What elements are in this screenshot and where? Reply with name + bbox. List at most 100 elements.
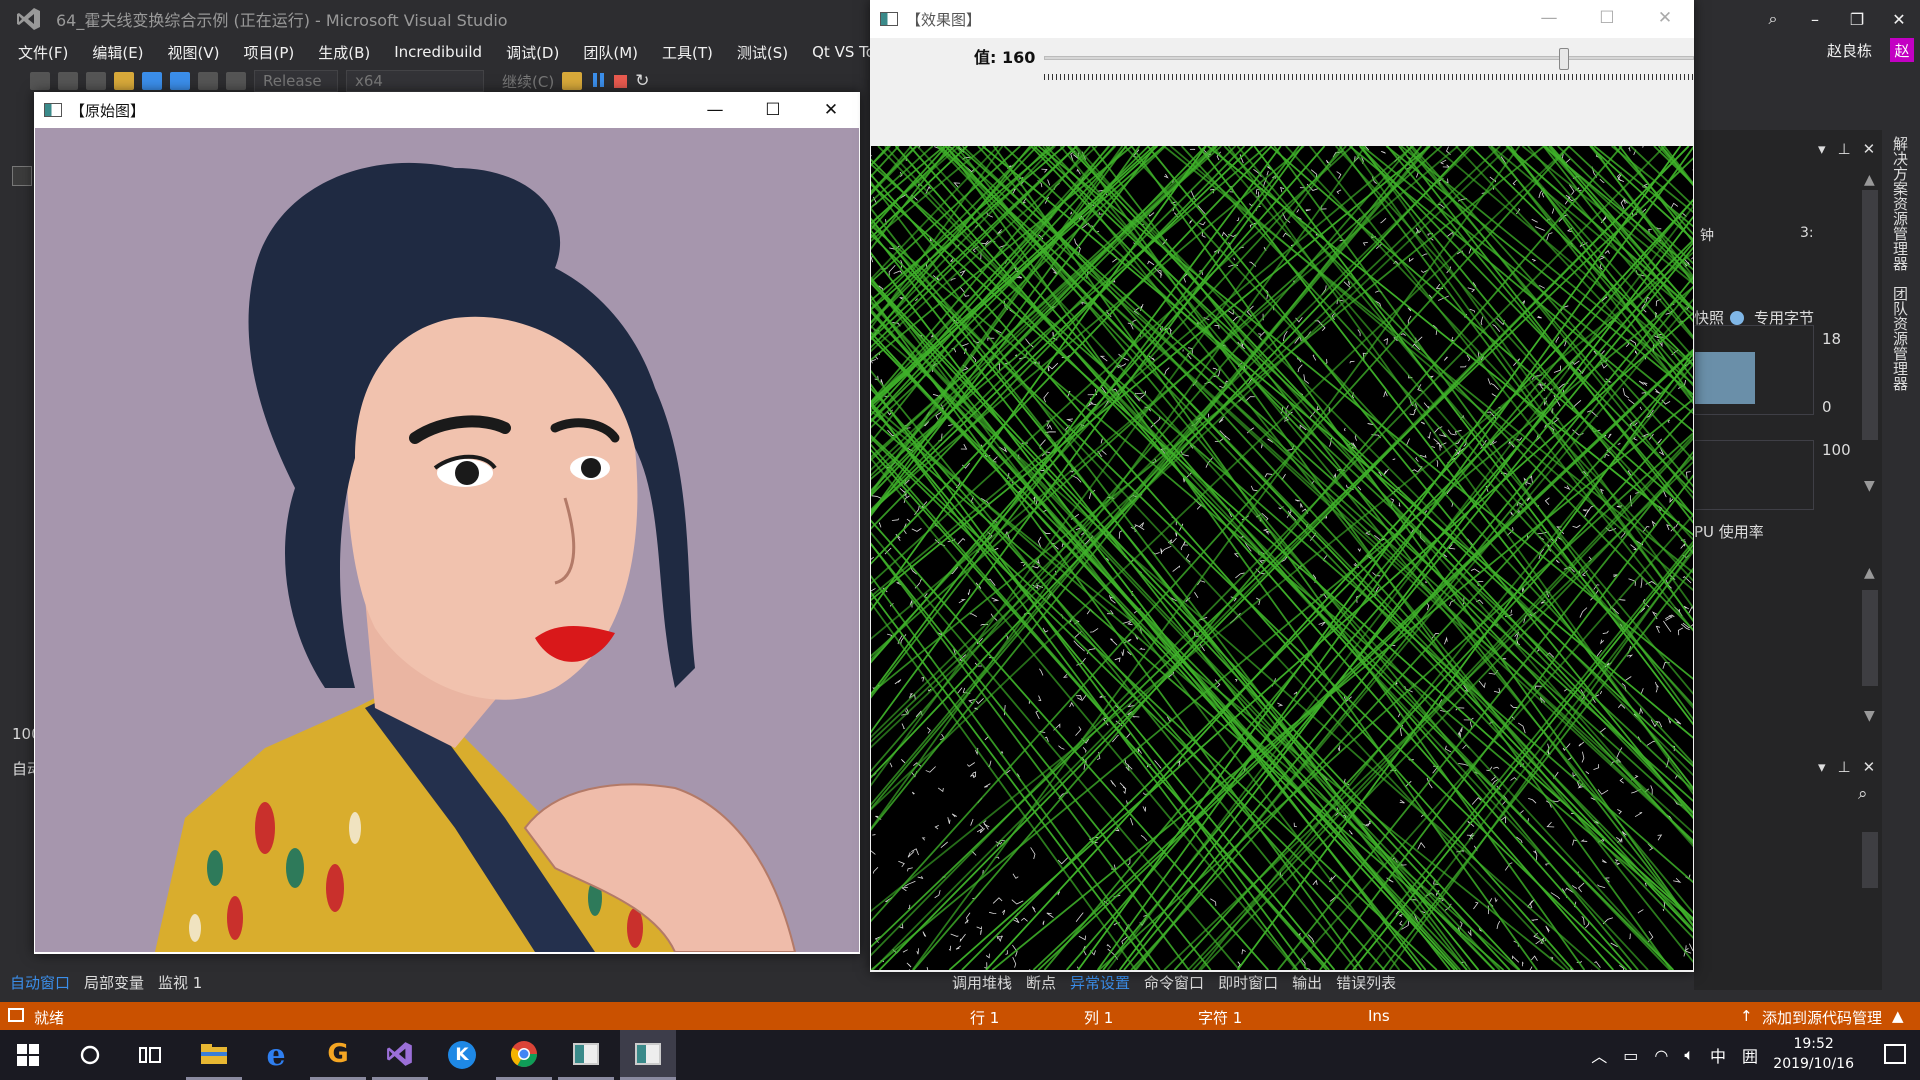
effect-window-titlebar[interactable]: 【效果图】 — ☐ ✕ — [870, 0, 1694, 38]
back-icon[interactable] — [30, 72, 50, 90]
action-center-icon[interactable] — [1884, 1044, 1906, 1064]
panel-scrollbar[interactable] — [1862, 190, 1878, 440]
restore-button[interactable]: ❐ — [1836, 0, 1878, 38]
minimize-icon[interactable]: — — [686, 92, 744, 128]
scroll-down-icon[interactable]: ▼ — [1864, 478, 1875, 494]
stop-icon[interactable] — [614, 74, 628, 88]
pin-icon-2[interactable]: ⊥ — [1838, 758, 1851, 776]
close-icon-2[interactable]: ✕ — [1636, 0, 1694, 36]
configuration-select[interactable]: Release — [254, 70, 338, 92]
hough-lines-result-image — [871, 146, 1693, 970]
quick-launch-search-icon[interactable]: ⌕ — [1752, 0, 1794, 38]
pin-icon[interactable]: ⊥ — [1838, 140, 1851, 158]
tab-watch-1[interactable]: 监视 1 — [158, 972, 202, 993]
continue-button[interactable]: 继续(C) — [492, 71, 554, 92]
close-icon[interactable]: ✕ — [802, 92, 860, 128]
file-explorer-icon[interactable] — [186, 1030, 242, 1080]
platform-select[interactable]: x64 — [346, 70, 484, 92]
task-view-icon[interactable] — [122, 1030, 178, 1080]
close-panel-icon-2[interactable]: ✕ — [1863, 758, 1876, 776]
source-control-caret-icon[interactable]: ▲ — [1892, 1007, 1904, 1025]
tab-immediate-window[interactable]: 即时窗口 — [1218, 972, 1278, 993]
tab-locals[interactable]: 局部变量 — [84, 972, 144, 993]
search-icon[interactable]: ⌕ — [1858, 784, 1868, 804]
close-button[interactable]: ✕ — [1878, 0, 1920, 38]
tab-exception-settings[interactable]: 异常设置 — [1070, 972, 1130, 993]
menu-test[interactable]: 测试(S) — [725, 42, 800, 63]
save-icon[interactable] — [142, 72, 162, 90]
minimize-button[interactable]: – — [1794, 0, 1836, 38]
redo-icon[interactable] — [226, 72, 246, 90]
ime-indicator[interactable]: 中 — [1710, 1043, 1726, 1067]
trackbar-track[interactable] — [1044, 56, 1694, 60]
pause-icon[interactable] — [590, 73, 606, 89]
chrome-icon[interactable] — [496, 1030, 552, 1080]
restart-icon[interactable]: ↻ — [635, 71, 649, 91]
maximize-icon-2[interactable]: ☐ — [1578, 0, 1636, 36]
app-g-icon[interactable]: G — [310, 1030, 366, 1080]
status-ready: 就绪 — [34, 1009, 65, 1027]
clock[interactable]: 19:52 2019/10/16 — [1773, 1034, 1854, 1074]
battery-icon[interactable]: ▭ — [1623, 1046, 1638, 1065]
dropdown-icon-2[interactable]: ▾ — [1818, 758, 1826, 776]
toolbox-icon[interactable] — [12, 166, 32, 186]
tab-solution-explorer[interactable]: 解决方案资源管理器 — [1890, 136, 1911, 271]
forward-icon[interactable] — [58, 72, 78, 90]
panel-header-controls-2: ▾ ⊥ ✕ — [1818, 758, 1875, 776]
source-control-up-icon[interactable]: ↑ — [1740, 1007, 1753, 1025]
volume-mute-icon[interactable]: 🔈︎ — [1684, 1045, 1694, 1065]
close-panel-icon[interactable]: ✕ — [1863, 140, 1876, 158]
original-image-window[interactable]: 【原始图】 — ☐ ✕ — [34, 92, 860, 954]
scroll-down-icon-2[interactable]: ▼ — [1864, 708, 1875, 724]
menu-debug[interactable]: 调试(D) — [494, 42, 571, 63]
menu-edit[interactable]: 编辑(E) — [80, 42, 155, 63]
app-k-icon[interactable]: K — [434, 1030, 490, 1080]
open-folder-icon[interactable] — [114, 72, 134, 90]
scroll-up-icon-2[interactable]: ▲ — [1864, 565, 1875, 581]
menu-incredibuild[interactable]: Incredibuild — [382, 43, 494, 61]
save-all-icon[interactable] — [170, 72, 190, 90]
solution-icon[interactable] — [86, 72, 106, 90]
windows-start-icon[interactable] — [0, 1030, 56, 1080]
tab-autos[interactable]: 自动窗口 — [10, 972, 70, 993]
tab-output[interactable]: 输出 — [1292, 972, 1322, 993]
tab-team-explorer[interactable]: 团队资源管理器 — [1890, 286, 1911, 391]
undo-icon[interactable] — [198, 72, 218, 90]
opencv-window-icon[interactable] — [558, 1030, 614, 1080]
wifi-icon[interactable]: ◠ — [1654, 1046, 1668, 1065]
dropdown-icon[interactable]: ▾ — [1818, 140, 1826, 158]
cpu-chart — [1694, 440, 1814, 510]
menu-team[interactable]: 团队(M) — [571, 42, 650, 63]
tab-command-window[interactable]: 命令窗口 — [1144, 972, 1204, 993]
cortana-search-icon[interactable] — [62, 1030, 118, 1080]
panel-scrollbar-3[interactable] — [1862, 832, 1878, 888]
trackbar-label: 值: 160 — [974, 48, 1036, 67]
menu-view[interactable]: 视图(V) — [156, 42, 232, 63]
trackbar-thumb[interactable] — [1559, 48, 1569, 70]
add-to-source-control[interactable]: 添加到源代码管理 — [1762, 1007, 1882, 1028]
panel-scrollbar-2[interactable] — [1862, 590, 1878, 686]
menu-tools[interactable]: 工具(T) — [650, 42, 725, 63]
edge-browser-icon[interactable]: e — [248, 1030, 304, 1080]
maximize-icon[interactable]: ☐ — [744, 92, 802, 128]
effect-image-window[interactable]: 【效果图】 — ☐ ✕ 值: 160 — [870, 0, 1694, 972]
user-name[interactable]: 赵良栋 — [1827, 40, 1872, 61]
tab-error-list[interactable]: 错误列表 — [1336, 972, 1396, 993]
tab-call-stack[interactable]: 调用堆栈 — [952, 972, 1012, 993]
status-insert-mode: Ins — [1368, 1007, 1390, 1025]
scroll-up-icon[interactable]: ▲ — [1864, 172, 1875, 188]
opencv-window-icon-2[interactable] — [620, 1030, 676, 1080]
menu-file[interactable]: 文件(F) — [6, 42, 80, 63]
ime-mode-indicator[interactable]: 囲 — [1742, 1043, 1758, 1067]
menu-project[interactable]: 项目(P) — [232, 42, 307, 63]
original-image — [35, 128, 859, 952]
trackbar-panel: 值: 160 — [870, 38, 1694, 146]
user-avatar[interactable]: 赵 — [1890, 38, 1914, 62]
menu-build[interactable]: 生成(B) — [306, 42, 382, 63]
original-window-titlebar[interactable]: 【原始图】 — ☐ ✕ — [34, 92, 860, 128]
tab-breakpoints[interactable]: 断点 — [1026, 972, 1056, 993]
process-icon[interactable] — [562, 72, 583, 90]
minimize-icon-2[interactable]: — — [1520, 0, 1578, 36]
tray-overflow-icon[interactable]: ︿ — [1591, 1043, 1607, 1067]
visual-studio-taskbar-icon[interactable] — [372, 1030, 428, 1080]
